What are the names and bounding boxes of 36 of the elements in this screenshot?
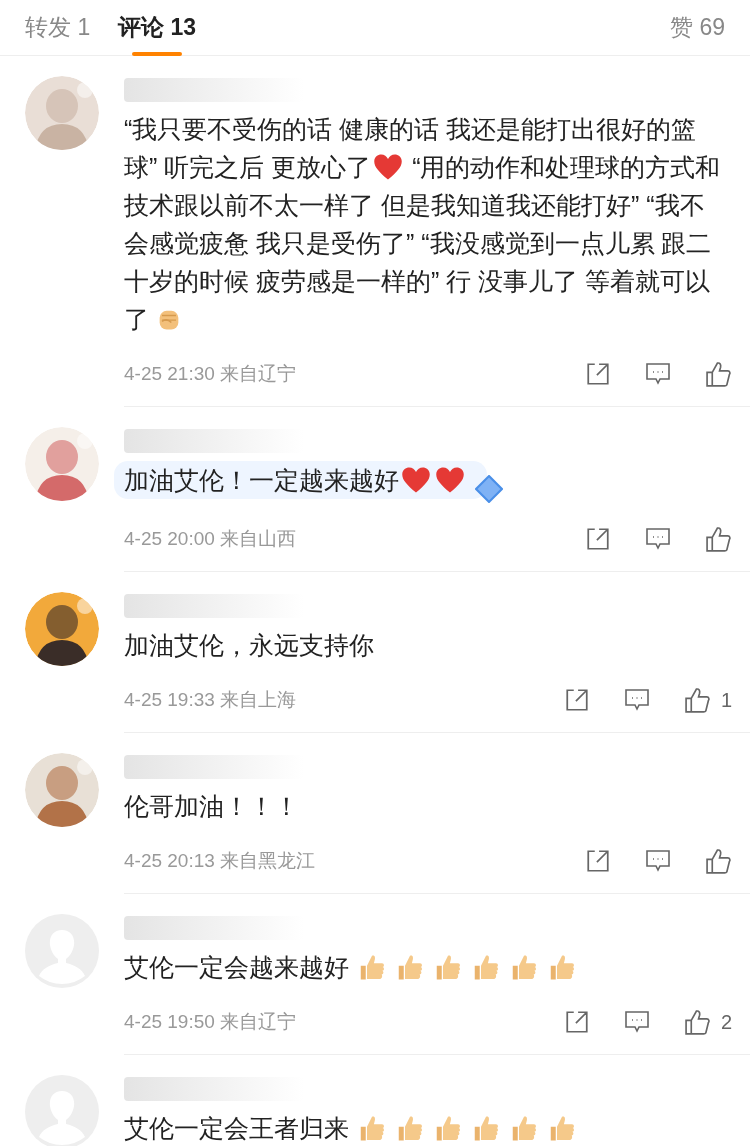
comment-icon[interactable] xyxy=(645,362,671,386)
comment-icon[interactable] xyxy=(645,849,671,873)
tab[interactable]: 转发 1 xyxy=(25,0,91,56)
like-count: 2 xyxy=(720,1010,732,1035)
comment-meta: 4-25 21:30 来自辽宁 xyxy=(124,361,297,386)
comment-text: 艾伦一定会王者归来 xyxy=(124,1109,732,1146)
like-icon[interactable] xyxy=(683,1008,711,1036)
heart-icon xyxy=(435,466,465,494)
comment-meta: 4-25 19:33 来自上海 xyxy=(124,687,297,712)
comment-icon[interactable] xyxy=(623,1010,650,1034)
comment-meta: 4-25 19:50 来自辽宁 xyxy=(124,1009,297,1034)
diamond-icon xyxy=(475,475,503,503)
like-icon[interactable] xyxy=(705,847,732,875)
comment-text: “我只要不受伤的话 健康的话 我还是能打出很好的篮球” 听完之后 更放心了 “用的动作和处理球的方式和技术跟以前不太一样了 但是我知道我还能打好” “我不会感觉疲惫 我只是受伤了” “我没感觉到一点儿累 跟二十岁的时候 疲劳感是一样的” 行 没事儿了 等着就可以了 xyxy=(124,114,722,335)
share-icon[interactable] xyxy=(585,526,611,552)
like-count: 1 xyxy=(720,688,732,713)
comment-text: 加油艾伦！一定越来越好 xyxy=(114,461,487,499)
heart-icon xyxy=(373,153,404,181)
tab-underline xyxy=(132,51,183,56)
like-icon[interactable] xyxy=(705,525,732,553)
likes-count[interactable]: 赞 69 xyxy=(670,10,725,45)
comment-text: 伦哥加油！！！ xyxy=(124,791,300,822)
comment-text: 加油艾伦，永远支持你 xyxy=(124,630,375,661)
comment-icon[interactable] xyxy=(645,527,671,551)
share-icon[interactable] xyxy=(563,1009,590,1035)
comment-text: 艾伦一定会越来越好 xyxy=(124,948,732,986)
share-icon[interactable] xyxy=(563,687,590,713)
like-icon[interactable] xyxy=(705,360,732,388)
heart-icon xyxy=(401,466,431,494)
tab[interactable]: 评论 13 xyxy=(118,0,197,56)
comment-icon[interactable] xyxy=(623,688,650,712)
comment-meta: 4-25 20:00 来自山西 xyxy=(124,526,297,551)
comment-meta: 4-25 20:13 来自黑龙江 xyxy=(124,848,316,873)
share-icon[interactable] xyxy=(585,361,611,387)
like-icon[interactable] xyxy=(683,686,711,714)
share-icon[interactable] xyxy=(585,848,611,874)
